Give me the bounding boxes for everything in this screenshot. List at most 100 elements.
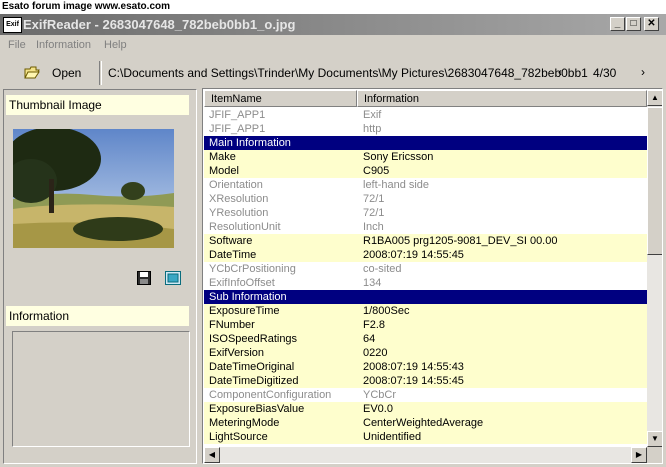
section-header-row[interactable]: Sub Information	[204, 290, 647, 304]
information-cell: R1BA005 prg1205-9081_DEV_SI 00.00	[363, 235, 558, 247]
information-cell: CenterWeightedAverage	[363, 417, 484, 429]
item-name-cell: Sub Information	[209, 291, 287, 303]
information-cell: 64	[363, 333, 376, 345]
next-image-button[interactable]: ›	[641, 65, 645, 79]
table-row[interactable]: YResolution 72/1	[204, 206, 647, 220]
column-header-information[interactable]: Information	[357, 90, 647, 107]
file-path: C:\Documents and Settings\Trinder\My Doc…	[108, 66, 588, 80]
title-bar: Exif ExifReader - 2683047648_782beb0bb1_…	[0, 14, 666, 35]
scroll-down-button[interactable]: ▼	[647, 431, 662, 447]
table-row[interactable]: ExposureBiasValue EV0.0	[204, 402, 647, 416]
table-row[interactable]: ResolutionUnit Inch	[204, 220, 647, 234]
information-cell: C905	[363, 165, 390, 177]
information-cell: co-sited	[363, 263, 402, 275]
thumbnail-image	[13, 129, 174, 248]
item-name-cell: ExifVersion	[209, 347, 265, 359]
information-cell: http	[363, 123, 382, 135]
toolbar-separator	[99, 61, 102, 85]
table-row[interactable]: Orientation left-hand side	[204, 178, 647, 192]
scroll-left-button[interactable]: ◀	[204, 447, 220, 463]
close-button[interactable]: ✕	[644, 17, 659, 31]
toolbar: Open C:\Documents and Settings\Trinder\M…	[0, 58, 666, 88]
table-row[interactable]: ExifInfoOffset 134	[204, 276, 647, 290]
information-cell: EV0.0	[363, 403, 393, 415]
information-cell: Exif	[363, 109, 382, 121]
information-box	[12, 331, 190, 447]
information-cell: Inch	[363, 221, 384, 233]
thumbnail-panel-header: Thumbnail Image	[6, 95, 189, 115]
item-name-cell: Orientation	[209, 179, 263, 191]
information-cell: 2008:07:19 14:55:45	[363, 249, 464, 261]
item-name-cell: ResolutionUnit	[209, 221, 281, 233]
app-icon: Exif	[3, 17, 22, 33]
table-row[interactable]: JFIF_APP1 Exif	[204, 108, 647, 122]
table-row[interactable]: LightSource Unidentified	[204, 430, 647, 444]
scroll-thumb[interactable]	[647, 107, 662, 255]
table-row[interactable]: FNumber F2.8	[204, 318, 647, 332]
menu-bar: File Information Help	[0, 37, 666, 55]
menu-information[interactable]: Information	[36, 39, 91, 51]
item-name-cell: LightSource	[209, 431, 268, 443]
information-cell: left-hand side	[363, 179, 430, 191]
item-name-cell: YCbCrPositioning	[209, 263, 296, 275]
scroll-corner	[647, 447, 662, 463]
window-title: ExifReader - 2683047648_782beb0bb1_o.jpg	[23, 17, 296, 32]
item-name-cell: Model	[209, 165, 239, 177]
scroll-up-button[interactable]: ▲	[647, 90, 662, 106]
table-row[interactable]: MeteringMode CenterWeightedAverage	[204, 416, 647, 430]
information-cell: 72/1	[363, 207, 385, 219]
exif-table: ItemName Information JFIF_APP1 Exif JFIF_A…	[202, 88, 663, 464]
image-counter: 4/30	[593, 66, 617, 80]
open-button-label: Open	[52, 66, 82, 80]
vertical-scrollbar[interactable]: ▲ ▼	[647, 90, 662, 447]
item-name-cell: Main Information	[209, 137, 291, 149]
save-icon[interactable]	[137, 271, 151, 285]
item-name-cell: ExposureBiasValue	[209, 403, 305, 415]
table-row[interactable]: XResolution 72/1	[204, 192, 647, 206]
horizontal-scrollbar[interactable]: ◀ ▶	[204, 447, 647, 463]
scroll-right-button[interactable]: ▶	[631, 447, 647, 463]
item-name-cell: DateTimeOriginal	[209, 361, 295, 373]
previous-image-button[interactable]: ‹	[558, 65, 562, 79]
information-cell: 134	[363, 277, 382, 289]
item-name-cell: XResolution	[209, 193, 269, 205]
section-header-row[interactable]: Main Information	[204, 136, 647, 150]
table-row[interactable]: DateTime 2008:07:19 14:55:45	[204, 248, 647, 262]
item-name-cell: MeteringMode	[209, 417, 280, 429]
table-row[interactable]: DateTimeDigitized 2008:07:19 14:55:45	[204, 374, 647, 388]
view-image-icon[interactable]	[165, 271, 181, 285]
information-cell: 1/800Sec	[363, 305, 410, 317]
information-cell: F2.8	[363, 319, 386, 331]
item-name-cell: JFIF_APP1	[209, 123, 266, 135]
item-name-cell: ComponentConfiguration	[209, 389, 332, 401]
information-panel-header: Information	[6, 306, 189, 326]
table-row[interactable]: ExposureTime 1/800Sec	[204, 304, 647, 318]
table-row[interactable]: JFIF_APP1 http	[204, 122, 647, 136]
table-row[interactable]: ISOSpeedRatings 64	[204, 332, 647, 346]
folder-open-icon	[24, 66, 40, 79]
item-name-cell: ExifInfoOffset	[209, 277, 275, 289]
table-row[interactable]: ComponentConfiguration YCbCr	[204, 388, 647, 402]
table-row[interactable]: Make Sony Ericsson	[204, 150, 647, 164]
menu-help[interactable]: Help	[104, 39, 127, 51]
item-name-cell: DateTimeDigitized	[209, 375, 299, 387]
table-row[interactable]: Model C905	[204, 164, 647, 178]
table-row[interactable]: YCbCrPositioning co-sited	[204, 262, 647, 276]
information-cell: 0220	[363, 347, 388, 359]
information-cell: Unidentified	[363, 431, 422, 443]
table-row[interactable]: ExifVersion 0220	[204, 346, 647, 360]
table-row[interactable]: Software R1BA005 prg1205-9081_DEV_SI 00.0…	[204, 234, 647, 248]
item-name-cell: DateTime	[209, 249, 257, 261]
table-header: ItemName Information	[204, 90, 647, 107]
maximize-button[interactable]: □	[626, 17, 641, 31]
item-name-cell: FNumber	[209, 319, 255, 331]
minimize-button[interactable]: _	[610, 17, 625, 31]
column-header-itemname[interactable]: ItemName	[204, 90, 357, 107]
watermark-banner: Esato forum image www.esato.com	[0, 0, 666, 14]
information-cell: 2008:07:19 14:55:43	[363, 361, 464, 373]
information-cell: 2008:07:19 14:55:45	[363, 375, 464, 387]
menu-file[interactable]: File	[8, 39, 26, 51]
item-name-cell: JFIF_APP1	[209, 109, 266, 121]
table-row[interactable]: DateTimeOriginal 2008:07:19 14:55:43	[204, 360, 647, 374]
item-name-cell: ExposureTime	[209, 305, 280, 317]
